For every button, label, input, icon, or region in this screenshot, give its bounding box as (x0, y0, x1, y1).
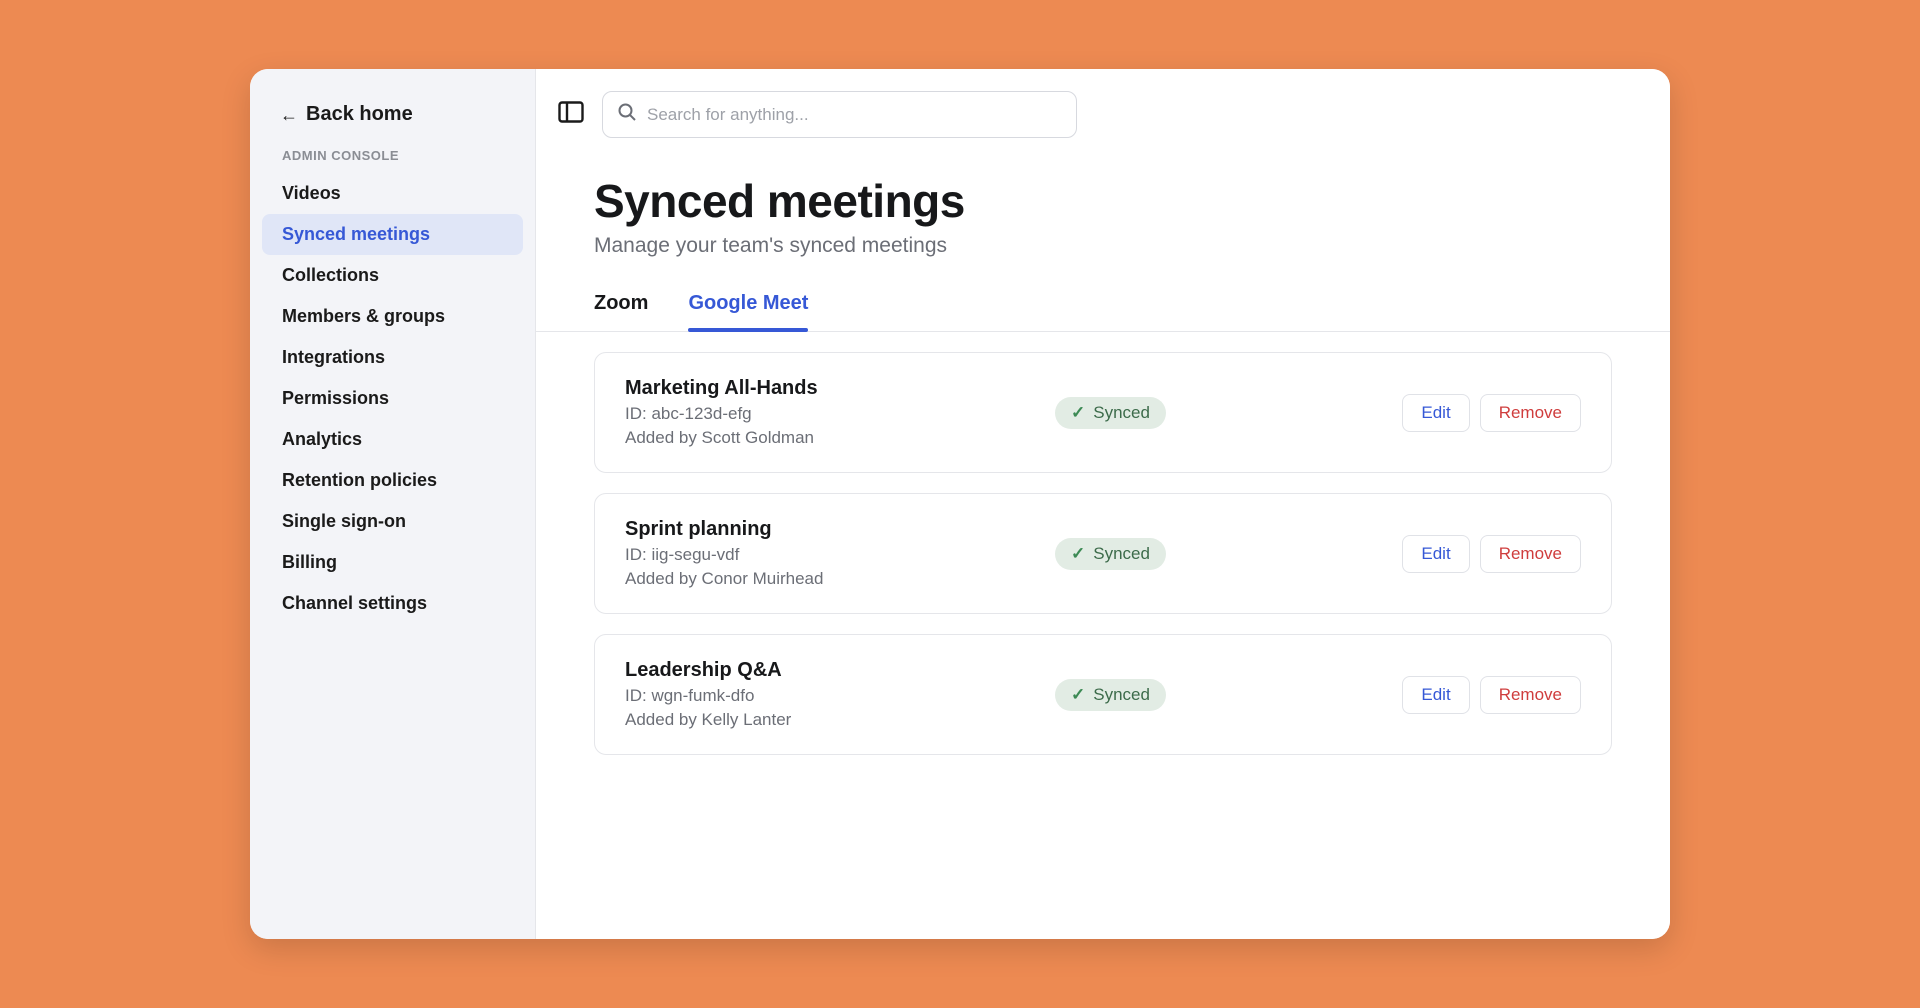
sidebar: ← Back home ADMIN CONSOLE VideosSynced m… (250, 69, 536, 939)
edit-button[interactable]: Edit (1402, 535, 1469, 573)
panel-toggle-icon[interactable] (558, 101, 584, 128)
meeting-info: Leadership Q&A ID: wgn-fumk-dfo Added by K… (625, 659, 1055, 730)
meeting-status: ✓ Synced (1055, 397, 1166, 429)
tab-google-meet[interactable]: Google Meet (688, 292, 808, 331)
search-field[interactable] (602, 91, 1077, 138)
meeting-title: Leadership Q&A (625, 659, 1055, 682)
status-label: Synced (1093, 403, 1150, 423)
status-badge: ✓ Synced (1055, 538, 1166, 570)
meeting-actions: Edit Remove (1402, 676, 1581, 714)
back-home-label: Back home (306, 103, 413, 126)
sidebar-section-label: ADMIN CONSOLE (262, 148, 523, 173)
meeting-id: ID: wgn-fumk-dfo (625, 686, 1055, 706)
search-icon (617, 102, 637, 127)
meeting-card: Marketing All-Hands ID: abc-123d-efg Added… (594, 352, 1612, 473)
status-label: Synced (1093, 685, 1150, 705)
status-label: Synced (1093, 544, 1150, 564)
arrow-left-icon: ← (280, 106, 298, 124)
check-icon: ✓ (1071, 403, 1085, 423)
topbar (536, 69, 1670, 138)
sidebar-item-permissions[interactable]: Permissions (262, 378, 523, 419)
page-subtitle: Manage your team's synced meetings (594, 234, 1612, 258)
meeting-info: Sprint planning ID: iig-segu-vdf Added by … (625, 518, 1055, 589)
sidebar-item-billing[interactable]: Billing (262, 542, 523, 583)
remove-button[interactable]: Remove (1480, 394, 1581, 432)
status-badge: ✓ Synced (1055, 679, 1166, 711)
meeting-actions: Edit Remove (1402, 394, 1581, 432)
meeting-card: Sprint planning ID: iig-segu-vdf Added by … (594, 493, 1612, 614)
meeting-list: Marketing All-Hands ID: abc-123d-efg Added… (594, 332, 1612, 755)
tab-zoom[interactable]: Zoom (594, 292, 648, 331)
sidebar-item-single-sign-on[interactable]: Single sign-on (262, 501, 523, 542)
meeting-id: ID: abc-123d-efg (625, 404, 1055, 424)
app-window: ← Back home ADMIN CONSOLE VideosSynced m… (250, 69, 1670, 939)
remove-button[interactable]: Remove (1480, 535, 1581, 573)
sidebar-item-channel-settings[interactable]: Channel settings (262, 583, 523, 624)
meeting-added-by: Added by Scott Goldman (625, 428, 1055, 448)
meeting-card: Leadership Q&A ID: wgn-fumk-dfo Added by K… (594, 634, 1612, 755)
search-input[interactable] (647, 105, 1062, 125)
sidebar-item-videos[interactable]: Videos (262, 173, 523, 214)
meeting-status: ✓ Synced (1055, 679, 1166, 711)
sidebar-nav: VideosSynced meetingsCollectionsMembers … (262, 173, 523, 624)
tabs: Zoom Google Meet (536, 292, 1670, 332)
main-panel: Synced meetings Manage your team's synce… (536, 69, 1670, 939)
meeting-id: ID: iig-segu-vdf (625, 545, 1055, 565)
status-badge: ✓ Synced (1055, 397, 1166, 429)
sidebar-item-integrations[interactable]: Integrations (262, 337, 523, 378)
check-icon: ✓ (1071, 685, 1085, 705)
sidebar-item-analytics[interactable]: Analytics (262, 419, 523, 460)
edit-button[interactable]: Edit (1402, 394, 1469, 432)
edit-button[interactable]: Edit (1402, 676, 1469, 714)
meeting-actions: Edit Remove (1402, 535, 1581, 573)
sidebar-item-collections[interactable]: Collections (262, 255, 523, 296)
meeting-title: Sprint planning (625, 518, 1055, 541)
check-icon: ✓ (1071, 544, 1085, 564)
sidebar-item-synced-meetings[interactable]: Synced meetings (262, 214, 523, 255)
meeting-added-by: Added by Conor Muirhead (625, 569, 1055, 589)
meeting-title: Marketing All-Hands (625, 377, 1055, 400)
meeting-added-by: Added by Kelly Lanter (625, 710, 1055, 730)
remove-button[interactable]: Remove (1480, 676, 1581, 714)
meeting-info: Marketing All-Hands ID: abc-123d-efg Added… (625, 377, 1055, 448)
content-area: Synced meetings Manage your team's synce… (536, 138, 1670, 755)
sidebar-item-members-groups[interactable]: Members & groups (262, 296, 523, 337)
page-title: Synced meetings (594, 174, 1612, 228)
back-home-link[interactable]: ← Back home (262, 99, 523, 148)
sidebar-item-retention-policies[interactable]: Retention policies (262, 460, 523, 501)
meeting-status: ✓ Synced (1055, 538, 1166, 570)
